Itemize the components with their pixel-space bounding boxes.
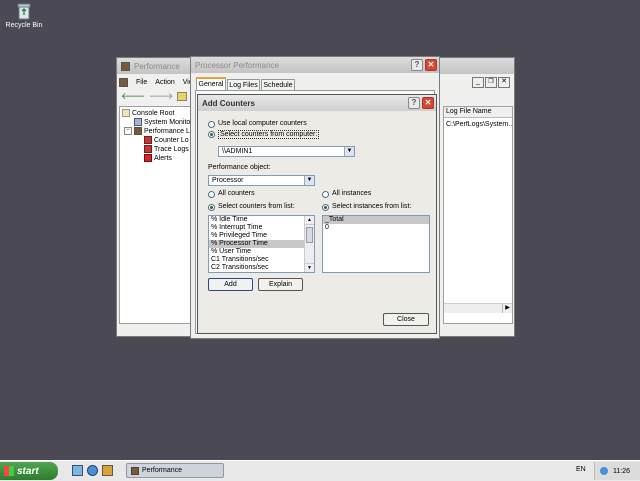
performance-title: Performance <box>134 61 180 71</box>
computer-value: \\ADMIN1 <box>222 148 253 155</box>
quick-launch <box>72 465 113 476</box>
counter-list-item[interactable]: C2 Transitions/sec <box>209 264 305 272</box>
instance-list-item[interactable]: _Total <box>323 216 429 224</box>
select-counters-label: Select counters from list: <box>218 203 295 210</box>
tree-performance-logs[interactable]: − Performance Lo <box>124 127 194 135</box>
select-computer-radio[interactable] <box>208 131 215 138</box>
restore-icon[interactable]: ❐ <box>485 77 497 88</box>
alert-icon <box>144 154 152 162</box>
show-desktop-icon[interactable] <box>72 465 83 476</box>
log-file-name-header[interactable]: Log File Name <box>444 107 512 118</box>
select-instances-radio[interactable] <box>322 204 329 211</box>
all-instances-radio[interactable] <box>322 191 329 198</box>
up-folder-icon[interactable] <box>177 92 188 101</box>
tree-alerts[interactable]: Alerts <box>144 154 172 162</box>
performance-object-value: Processor <box>212 177 244 184</box>
recycle-bin-label: Recycle Bin <box>5 22 43 29</box>
counter-log-icon <box>144 136 152 144</box>
forward-arrow-icon[interactable]: 🡒 <box>149 91 173 102</box>
instances-list-rows: _Total 0 <box>323 216 429 232</box>
clock: 11:26 <box>613 467 630 475</box>
add-counters-titlebar[interactable]: Add Counters <box>198 95 436 111</box>
use-local-label: Use local computer counters <box>218 120 307 127</box>
tab-general[interactable]: General <box>196 77 226 91</box>
media-icon[interactable] <box>102 465 113 476</box>
help-button[interactable]: ? <box>408 97 420 109</box>
chevron-down-icon[interactable]: ▼ <box>344 147 354 156</box>
collapse-icon[interactable]: − <box>124 127 132 135</box>
counter-list-item[interactable]: C1 Transitions/sec <box>209 256 305 264</box>
explain-button[interactable]: Explain <box>258 278 303 291</box>
minimize-icon[interactable]: _ <box>472 77 484 88</box>
counters-list-rows: % Idle Time% Interrupt Time% Privileged … <box>209 216 305 272</box>
select-counters-radio[interactable] <box>208 204 215 211</box>
trace-log-icon <box>144 145 152 153</box>
add-counters-title: Add Counters <box>202 98 255 108</box>
add-button[interactable]: Add <box>208 278 253 291</box>
task-performance[interactable]: Performance <box>126 463 224 478</box>
back-arrow-icon[interactable]: 🡐 <box>121 91 145 102</box>
start-button[interactable]: start <box>0 462 58 480</box>
network-icon[interactable] <box>600 467 608 475</box>
add-counters-dialog[interactable]: Add Counters ? ✕ Use local computer coun… <box>197 94 437 334</box>
close-icon[interactable]: ✕ <box>498 77 510 88</box>
all-counters-radio[interactable] <box>208 191 215 198</box>
counter-list-item[interactable]: % Processor Time <box>209 240 305 248</box>
recycle-bin-icon <box>16 2 32 20</box>
monitor-icon <box>134 118 142 126</box>
tree-system-monitor[interactable]: System Monitor <box>134 118 193 126</box>
all-instances-label: All instances <box>332 190 372 197</box>
horizontal-scrollbar[interactable]: ▶ <box>444 303 512 313</box>
instances-list[interactable]: _Total 0 <box>322 215 430 273</box>
menu-action[interactable]: Action <box>155 79 174 86</box>
taskbar: start Performance EN 11:26 <box>0 460 640 481</box>
use-local-radio[interactable] <box>208 121 215 128</box>
select-computer-label: Select counters from computer: <box>218 130 320 139</box>
chevron-down-icon[interactable]: ▼ <box>304 176 314 185</box>
processor-performance-title: Processor Performance <box>195 60 280 70</box>
tree-pane: Console Root System Monitor − Performanc… <box>119 106 199 324</box>
log-list-pane: Log File Name C:\PerfLogs\System... ▶ <box>443 106 513 324</box>
performance-task-icon <box>131 466 139 475</box>
task-label: Performance <box>142 467 183 474</box>
close-dialog-button[interactable]: Close <box>383 313 429 326</box>
menu-file[interactable]: File <box>136 79 147 86</box>
performance-object-label: Performance object: <box>208 164 271 171</box>
scroll-thumb[interactable] <box>306 227 313 243</box>
performance-object-combobox[interactable]: Processor ▼ <box>208 175 315 186</box>
counters-scrollbar[interactable]: ▲ ▼ <box>304 216 314 272</box>
help-button[interactable]: ? <box>411 59 423 71</box>
counters-list[interactable]: % Idle Time% Interrupt Time% Privileged … <box>208 215 315 273</box>
counter-list-item[interactable]: % User Time <box>209 248 305 256</box>
scroll-right-icon[interactable]: ▶ <box>502 304 512 313</box>
tree-counter-logs[interactable]: Counter Lo <box>144 136 189 144</box>
start-label: start <box>17 465 39 477</box>
recycle-bin[interactable]: Recycle Bin <box>4 2 44 34</box>
menu-icon[interactable] <box>119 77 128 87</box>
windows-logo-icon <box>4 466 14 476</box>
counter-list-item[interactable]: % Idle Time <box>209 216 305 224</box>
computer-combobox[interactable]: \\ADMIN1 ▼ <box>218 146 355 157</box>
close-button[interactable]: ✕ <box>422 97 434 109</box>
logs-icon <box>134 127 142 135</box>
counter-list-item[interactable]: % Privileged Time <box>209 232 305 240</box>
select-instances-label: Select instances from list: <box>332 203 412 210</box>
scroll-down-icon[interactable]: ▼ <box>305 263 314 272</box>
close-button[interactable]: ✕ <box>425 59 437 71</box>
log-file-name-cell[interactable]: C:\PerfLogs\System... <box>444 121 512 128</box>
all-counters-label: All counters <box>218 190 255 197</box>
scroll-up-icon[interactable]: ▲ <box>305 216 314 225</box>
counter-list-item[interactable]: % Interrupt Time <box>209 224 305 232</box>
browser-icon[interactable] <box>87 465 98 476</box>
tree-trace-logs[interactable]: Trace Logs <box>144 145 189 153</box>
performance-app-icon <box>121 61 130 71</box>
instance-list-item[interactable]: 0 <box>323 224 429 232</box>
system-tray: 11:26 <box>594 462 640 480</box>
folder-icon <box>122 109 130 117</box>
child-window-controls: _ ❐ ✕ <box>472 77 510 88</box>
processor-performance-titlebar[interactable]: Processor Performance <box>191 57 439 73</box>
menu-bar: File Action View <box>119 76 198 88</box>
tree-console-root[interactable]: Console Root <box>122 109 174 117</box>
language-indicator[interactable]: EN <box>576 466 586 473</box>
